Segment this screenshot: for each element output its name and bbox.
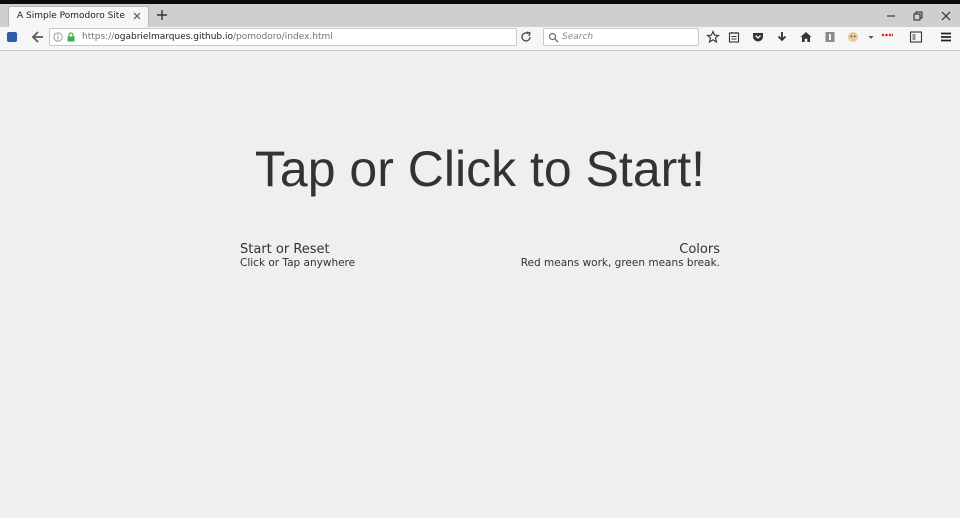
extension-icon[interactable] — [846, 30, 860, 44]
sidebar-icon[interactable] — [909, 30, 923, 44]
new-tab-icon[interactable] — [155, 8, 169, 22]
home-icon[interactable] — [799, 30, 813, 44]
colors-info: Colors Red means work, green means break… — [520, 242, 720, 269]
start-reset-info: Start or Reset Click or Tap anywhere — [240, 242, 355, 269]
pocket-icon[interactable] — [751, 30, 765, 44]
search-bar[interactable]: Search — [543, 28, 699, 46]
nav-bar: https://ogabrielmarques.github.io/pomodo… — [0, 27, 960, 51]
info-icon[interactable] — [53, 32, 63, 42]
restore-icon[interactable] — [910, 8, 926, 24]
reload-icon[interactable] — [519, 30, 533, 44]
site-favicon-icon[interactable] — [7, 32, 17, 42]
browser-tab-active[interactable]: A Simple Pomodoro Site — [8, 6, 149, 27]
library-icon[interactable] — [823, 30, 837, 44]
url-scheme: https:// — [82, 32, 115, 42]
overflow-icon[interactable] — [866, 30, 876, 44]
url-host: ogabrielmarques.github.io — [114, 32, 234, 42]
start-reset-subtitle: Click or Tap anywhere — [240, 257, 356, 269]
star-icon[interactable] — [706, 30, 720, 44]
minimize-icon[interactable] — [883, 8, 899, 24]
colors-subtitle: Red means work, green means break. — [520, 257, 720, 269]
url-path: /pomodoro/index.html — [233, 32, 333, 42]
reading-list-icon[interactable] — [727, 30, 741, 44]
url-text[interactable]: https://ogabrielmarques.github.io/pomodo… — [82, 32, 333, 42]
start-reset-title: Start or Reset — [240, 242, 330, 257]
extension-red-icon[interactable] — [880, 30, 894, 44]
colors-title: Colors — [679, 242, 720, 257]
back-arrow-icon[interactable] — [30, 29, 46, 45]
start-heading[interactable]: Tap or Click to Start! — [0, 140, 960, 198]
tab-bar: A Simple Pomodoro Site — [0, 4, 960, 27]
search-placeholder: Search — [562, 32, 594, 42]
lock-icon[interactable] — [66, 32, 76, 42]
search-icon — [548, 32, 559, 43]
close-tab-icon[interactable] — [131, 10, 143, 22]
menu-icon[interactable] — [939, 30, 953, 44]
tab-title: A Simple Pomodoro Site — [17, 11, 125, 21]
close-window-icon[interactable] — [938, 8, 954, 24]
download-icon[interactable] — [775, 30, 789, 44]
url-bar[interactable]: https://ogabrielmarques.github.io/pomodo… — [49, 28, 517, 46]
